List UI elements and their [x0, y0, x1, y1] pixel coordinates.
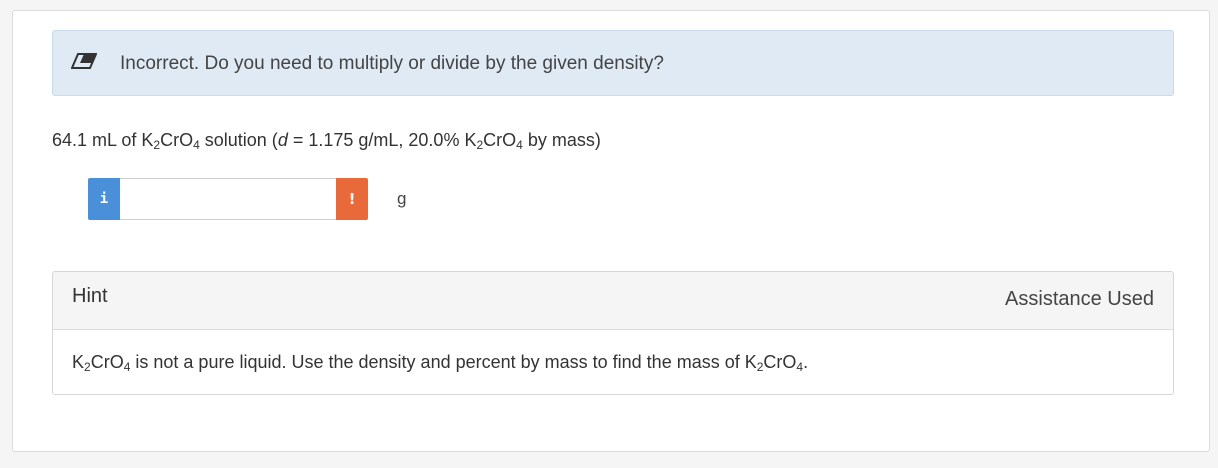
feedback-alert: Incorrect. Do you need to multiply or di… [52, 30, 1174, 96]
feedback-message: Incorrect. Do you need to multiply or di… [120, 53, 664, 74]
alert-button[interactable]: ! [336, 178, 368, 220]
hint-header[interactable]: Hint Assistance Used [53, 272, 1173, 330]
info-button[interactable]: i [88, 178, 120, 220]
answer-input[interactable] [120, 178, 336, 220]
eraser-icon [71, 53, 97, 69]
alert-icon: ! [348, 190, 356, 208]
unit-label: g [397, 189, 407, 208]
answer-row: i ! g [88, 178, 428, 220]
hint-title: Hint [72, 285, 108, 307]
hint-panel: Hint Assistance Used K2CrO4 is not a pur… [52, 271, 1174, 395]
question-text: 64.1 mL of K2CrO4 solution (d = 1.175 g/… [52, 130, 601, 152]
info-icon: i [99, 191, 109, 207]
hint-status: Assistance Used [1005, 288, 1154, 310]
hint-text: K2CrO4 is not a pure liquid. Use the den… [72, 352, 809, 374]
question-panel: Incorrect. Do you need to multiply or di… [12, 10, 1210, 452]
